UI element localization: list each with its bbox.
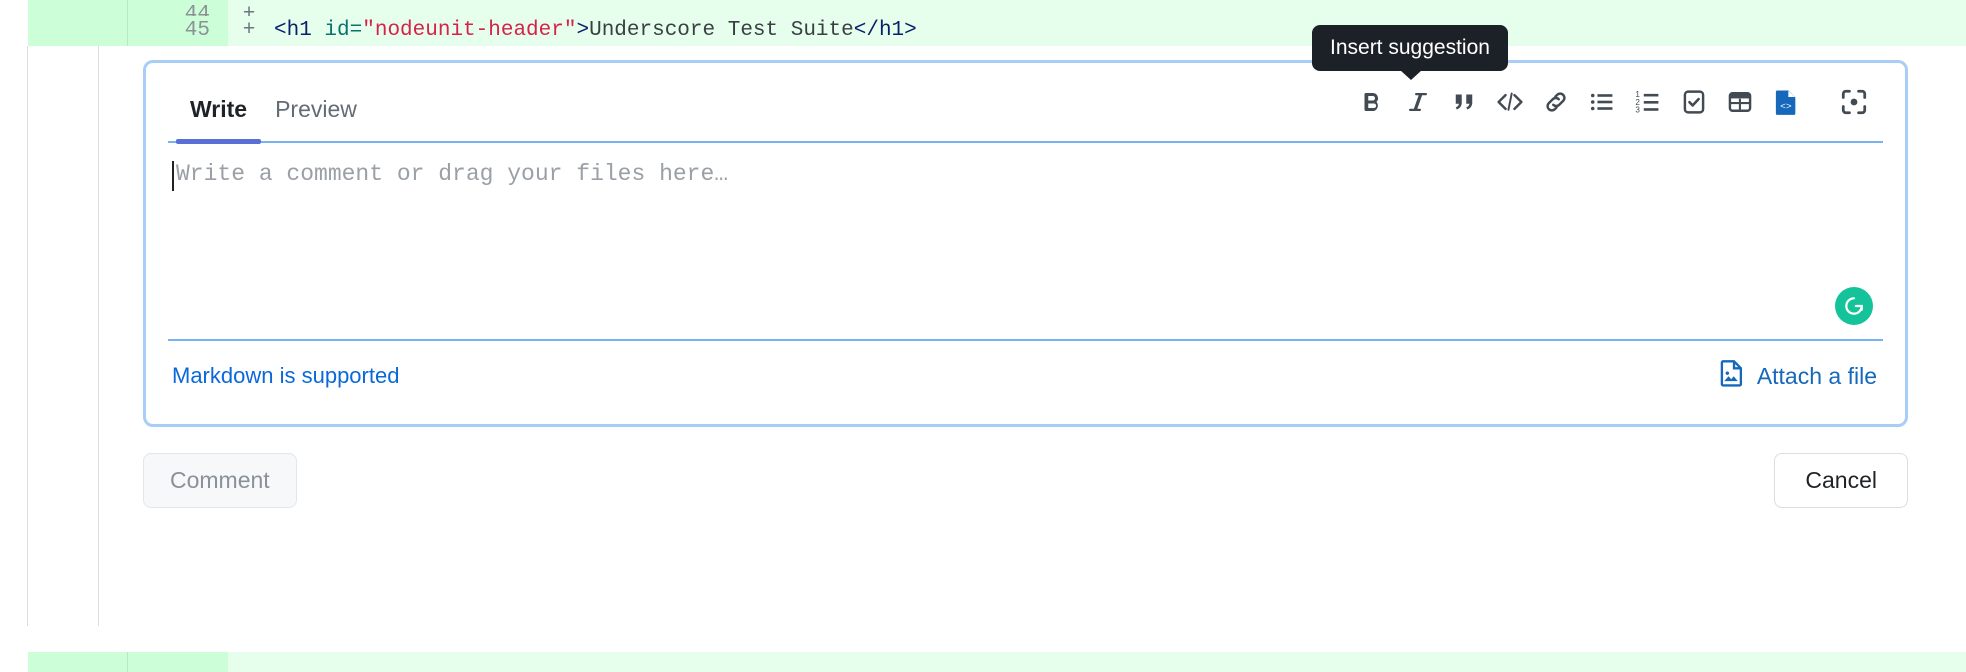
diff-code xyxy=(270,652,274,672)
comment-form-box: Write Preview 1 2 3 <> Write a comment o… xyxy=(143,60,1908,427)
unordered-list-button[interactable] xyxy=(1579,79,1625,125)
ordered-list-icon: 1 2 3 xyxy=(1635,89,1661,115)
attach-a-file-button[interactable]: Attach a file xyxy=(1719,359,1877,393)
inline-comment-area: Write Preview 1 2 3 <> Write a comment o… xyxy=(0,46,1966,626)
diff-row: 44 + xyxy=(0,0,1966,16)
italic-button[interactable] xyxy=(1395,79,1441,125)
comment-submit-button[interactable]: Comment xyxy=(143,453,297,508)
diff-left-pad xyxy=(0,652,28,672)
quote-icon xyxy=(1452,89,1476,115)
diff-marker xyxy=(228,652,270,672)
diff-lineno-old xyxy=(28,652,128,672)
write-preview-tabs: Write Preview xyxy=(146,63,371,144)
markdown-toolbar: 1 2 3 <> xyxy=(1349,79,1877,141)
diff-lineno-old xyxy=(28,16,128,46)
diff-marker: + xyxy=(228,0,270,16)
comment-placeholder: Write a comment or drag your files here… xyxy=(176,161,729,187)
text-caret xyxy=(172,161,174,191)
diff-row-bottom xyxy=(0,652,1966,672)
diff-code: <h1 id="nodeunit-header">Underscore Test… xyxy=(270,16,917,46)
comment-actions: Comment Cancel xyxy=(143,427,1908,508)
tab-preview[interactable]: Preview xyxy=(261,96,371,141)
diff-code xyxy=(270,0,274,16)
code-token-attr: id= xyxy=(324,19,363,42)
code-icon xyxy=(1497,89,1523,115)
comment-editor[interactable]: Write a comment or drag your files here… xyxy=(146,143,1905,339)
grammarly-icon[interactable] xyxy=(1835,287,1873,325)
cancel-button[interactable]: Cancel xyxy=(1774,453,1908,508)
diff-lineno-new: 44 xyxy=(128,0,228,16)
diff-left-rail-border xyxy=(0,46,28,626)
link-button[interactable] xyxy=(1533,79,1579,125)
svg-text:<>: <> xyxy=(1780,101,1792,112)
insert-suggestion-icon: <> xyxy=(1773,88,1799,116)
attach-file-icon xyxy=(1719,359,1745,393)
code-token-tag-close: </h1> xyxy=(853,19,917,42)
svg-text:3: 3 xyxy=(1635,106,1640,115)
code-token-gt: > xyxy=(576,19,590,42)
ordered-list-button[interactable]: 1 2 3 xyxy=(1625,79,1671,125)
quote-button[interactable] xyxy=(1441,79,1487,125)
code-token-text: Underscore Test Suite xyxy=(589,19,854,42)
reference-button[interactable] xyxy=(1831,79,1877,125)
diff-lineno-old xyxy=(28,0,128,16)
diff-marker: + xyxy=(228,16,270,46)
unordered-list-icon xyxy=(1589,89,1615,115)
insert-suggestion-tooltip: Insert suggestion xyxy=(1312,25,1508,80)
diff-lineno-new: 45 xyxy=(128,16,228,46)
diff-left-pad xyxy=(0,16,28,46)
markdown-supported-link[interactable]: Markdown is supported xyxy=(172,363,399,389)
diff-left-pad xyxy=(0,0,28,16)
diff-left-rail xyxy=(0,46,99,626)
attach-a-file-label: Attach a file xyxy=(1756,362,1877,389)
task-list-button[interactable] xyxy=(1671,79,1717,125)
link-icon xyxy=(1543,89,1569,115)
code-token-tag-open: <h1 xyxy=(274,19,325,42)
reference-icon xyxy=(1841,89,1867,115)
bold-button[interactable] xyxy=(1349,79,1395,125)
code-token-string: "nodeunit-header" xyxy=(362,19,577,42)
diff-lineno-new xyxy=(128,652,228,672)
insert-suggestion-button[interactable]: <> xyxy=(1763,79,1809,125)
comment-main: Write Preview 1 2 3 <> Write a comment o… xyxy=(99,46,1966,626)
comment-form-footer: Markdown is supported Attach a file xyxy=(146,341,1905,411)
code-button[interactable] xyxy=(1487,79,1533,125)
task-list-icon xyxy=(1681,89,1707,115)
tab-write[interactable]: Write xyxy=(176,96,262,144)
table-icon xyxy=(1727,89,1753,115)
italic-icon xyxy=(1406,89,1430,115)
bold-icon xyxy=(1360,89,1384,115)
diff-row: 45 + <h1 id="nodeunit-header">Underscore… xyxy=(0,16,1966,46)
comment-form-header: Write Preview 1 2 3 <> xyxy=(146,63,1905,144)
table-button[interactable] xyxy=(1717,79,1763,125)
